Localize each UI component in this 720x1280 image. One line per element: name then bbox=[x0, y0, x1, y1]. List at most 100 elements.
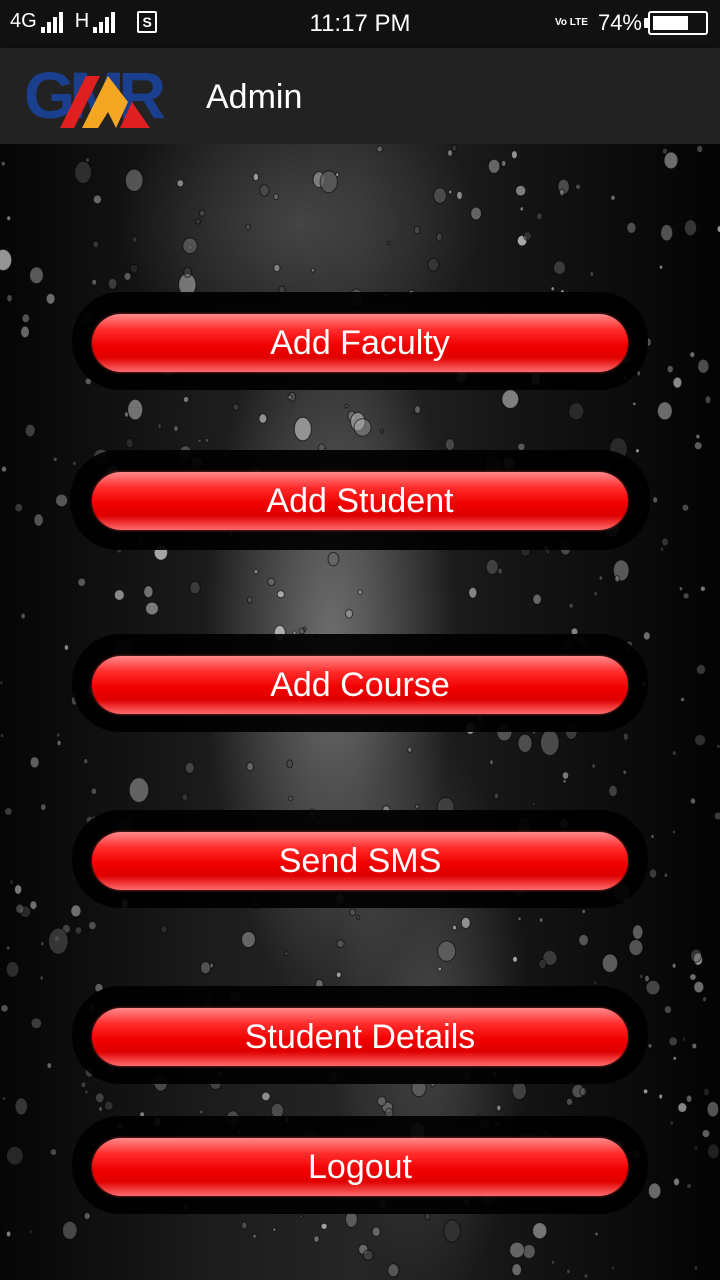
raindrop bbox=[703, 1087, 710, 1097]
raindrop bbox=[689, 351, 696, 359]
raindrop bbox=[614, 575, 620, 583]
raindrop bbox=[538, 958, 547, 970]
raindrop bbox=[487, 158, 501, 174]
raindrop bbox=[686, 1183, 692, 1189]
raindrop bbox=[500, 159, 507, 167]
screen: 4G H S 11:17 PM Vo LTE 74% GMR Admin Add… bbox=[0, 0, 720, 1280]
raindrop bbox=[95, 1092, 105, 1104]
raindrop bbox=[0, 161, 6, 167]
raindrop bbox=[489, 759, 494, 766]
raindrop bbox=[561, 771, 570, 780]
raindrop bbox=[550, 286, 555, 292]
raindrop bbox=[672, 376, 683, 389]
raindrop bbox=[371, 1226, 381, 1237]
raindrop bbox=[468, 586, 478, 599]
raindrop bbox=[302, 626, 307, 632]
raindrop bbox=[642, 1088, 649, 1095]
raindrop bbox=[4, 807, 13, 816]
raindrop bbox=[658, 1093, 664, 1100]
raindrop bbox=[355, 914, 361, 921]
raindrop bbox=[689, 973, 697, 981]
raindrop bbox=[632, 924, 644, 940]
raindrop bbox=[685, 1094, 693, 1103]
raindrop bbox=[553, 260, 567, 275]
raindrop bbox=[538, 917, 544, 923]
raindrop bbox=[532, 593, 542, 605]
raindrop bbox=[46, 1062, 53, 1069]
raindrop bbox=[45, 292, 56, 305]
student-details-button[interactable]: Student Details bbox=[92, 1008, 628, 1066]
raindrop bbox=[0, 733, 5, 738]
raindrop bbox=[113, 589, 125, 601]
raindrop bbox=[376, 1096, 387, 1107]
raindrop bbox=[671, 829, 676, 835]
raindrop bbox=[622, 769, 628, 775]
raindrop bbox=[444, 438, 456, 451]
raindrop bbox=[145, 601, 159, 616]
raindrop bbox=[259, 184, 270, 197]
raindrop bbox=[671, 962, 677, 969]
raindrop bbox=[91, 278, 98, 286]
raindrop bbox=[253, 568, 259, 575]
raindrop bbox=[512, 955, 518, 963]
add-course-button[interactable]: Add Course bbox=[92, 656, 628, 714]
battery-percent: 74% bbox=[597, 10, 642, 35]
raindrop bbox=[293, 416, 312, 442]
raindrop bbox=[184, 761, 195, 774]
raindrop bbox=[20, 612, 26, 620]
raindrop bbox=[656, 401, 673, 421]
raindrop bbox=[182, 237, 198, 255]
raindrop bbox=[666, 364, 674, 374]
raindrop bbox=[63, 644, 70, 651]
raindrop bbox=[345, 609, 354, 619]
raindrop bbox=[88, 920, 97, 931]
raindrop bbox=[693, 441, 703, 451]
app-bar: GMR Admin bbox=[0, 48, 720, 144]
logout-button[interactable]: Logout bbox=[92, 1138, 628, 1196]
raindrop bbox=[659, 546, 665, 552]
raindrop bbox=[14, 884, 23, 895]
raindrop bbox=[536, 212, 543, 221]
raindrop bbox=[387, 1263, 400, 1278]
raindrop bbox=[92, 240, 100, 249]
raindrop bbox=[14, 503, 24, 513]
raindrop bbox=[460, 916, 471, 930]
raindrop bbox=[273, 193, 279, 201]
app-title: Admin bbox=[206, 78, 303, 116]
raindrop bbox=[0, 680, 4, 686]
raindrop bbox=[673, 1177, 680, 1187]
battery-icon bbox=[644, 11, 708, 35]
raindrop bbox=[493, 792, 500, 800]
raindrop bbox=[671, 750, 677, 757]
raindrop bbox=[299, 1214, 304, 1219]
raindrop bbox=[353, 418, 372, 437]
raindrop bbox=[540, 729, 560, 757]
raindrop bbox=[452, 924, 457, 931]
raindrop bbox=[591, 763, 597, 769]
raindrop bbox=[456, 190, 463, 201]
raindrop bbox=[635, 448, 640, 454]
raindrop bbox=[245, 223, 251, 231]
raindrop bbox=[344, 403, 349, 409]
raindrop bbox=[349, 908, 357, 917]
raindrop bbox=[80, 1081, 87, 1089]
add-faculty-button[interactable]: Add Faculty bbox=[92, 314, 628, 372]
raindrop bbox=[182, 396, 190, 403]
raindrop bbox=[694, 734, 707, 747]
raindrop bbox=[663, 1005, 673, 1014]
raindrop bbox=[9, 879, 14, 886]
raindrop bbox=[565, 1097, 574, 1106]
send-sms-button[interactable]: Send SMS bbox=[92, 832, 628, 890]
raindrop bbox=[659, 264, 663, 270]
raindrop bbox=[252, 172, 260, 182]
raindrop bbox=[362, 1249, 374, 1261]
raindrop bbox=[663, 872, 669, 878]
raindrop bbox=[683, 219, 698, 237]
add-student-button[interactable]: Add Student bbox=[92, 472, 628, 530]
status-bar: 4G H S 11:17 PM Vo LTE 74% bbox=[0, 0, 720, 48]
raindrop bbox=[589, 271, 595, 278]
raindrop bbox=[433, 187, 447, 204]
raindrop bbox=[682, 592, 690, 600]
gmr-logo: GMR bbox=[24, 62, 171, 130]
raindrop bbox=[693, 1145, 699, 1152]
